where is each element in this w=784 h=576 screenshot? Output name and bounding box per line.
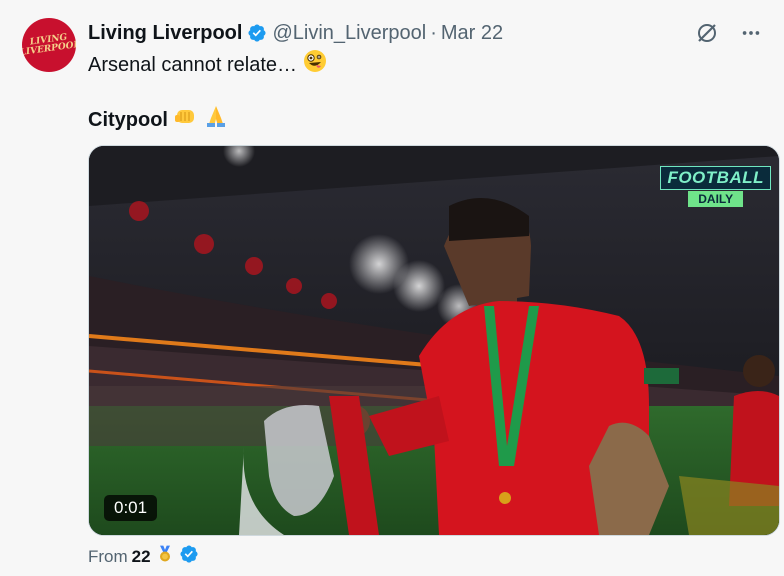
video-player[interactable]: FOOTBALL DAILY 0:01 (88, 145, 780, 536)
tweet-text-line-1: Arsenal cannot relate… (88, 49, 327, 80)
oncoming-fist-icon (174, 104, 198, 135)
source-prefix: From (88, 546, 128, 566)
source-verified-badge-icon (179, 544, 199, 569)
source-attribution: From 22 (88, 544, 199, 569)
source-account-link[interactable]: 22 (132, 547, 151, 567)
more-options-icon[interactable] (738, 20, 764, 46)
header-actions (694, 20, 764, 46)
tweet-text-line-2: Citypool (88, 104, 327, 135)
video-timestamp: 0:01 (104, 495, 158, 521)
avatar[interactable]: LIVING LIVERPOOL (22, 18, 76, 72)
verified-badge-icon (247, 23, 267, 43)
brand-text-bottom: DAILY (688, 191, 744, 207)
tweet-text: Arsenal cannot relate… Citypool (88, 49, 327, 135)
zany-face-icon (303, 49, 327, 80)
display-name[interactable]: Living Liverpool (88, 22, 242, 45)
medal-icon (155, 544, 175, 569)
tweet-header: Living Liverpool @Livin_Liverpool · Mar … (88, 20, 764, 46)
football-daily-logo: FOOTBALL DAILY (660, 166, 771, 207)
tweet-text-content-2: Citypool (88, 108, 168, 131)
avatar-logo-text: LIVING LIVERPOOL (22, 32, 76, 59)
author-handle[interactable]: @Livin_Liverpool (272, 22, 426, 45)
folded-hands-icon (204, 104, 228, 135)
tweet-date[interactable]: Mar 22 (441, 22, 503, 45)
grok-icon[interactable] (694, 20, 720, 46)
tweet-text-content-1: Arsenal cannot relate… (88, 53, 298, 76)
brand-text-top: FOOTBALL (660, 166, 771, 190)
separator-dot: · (430, 21, 437, 44)
